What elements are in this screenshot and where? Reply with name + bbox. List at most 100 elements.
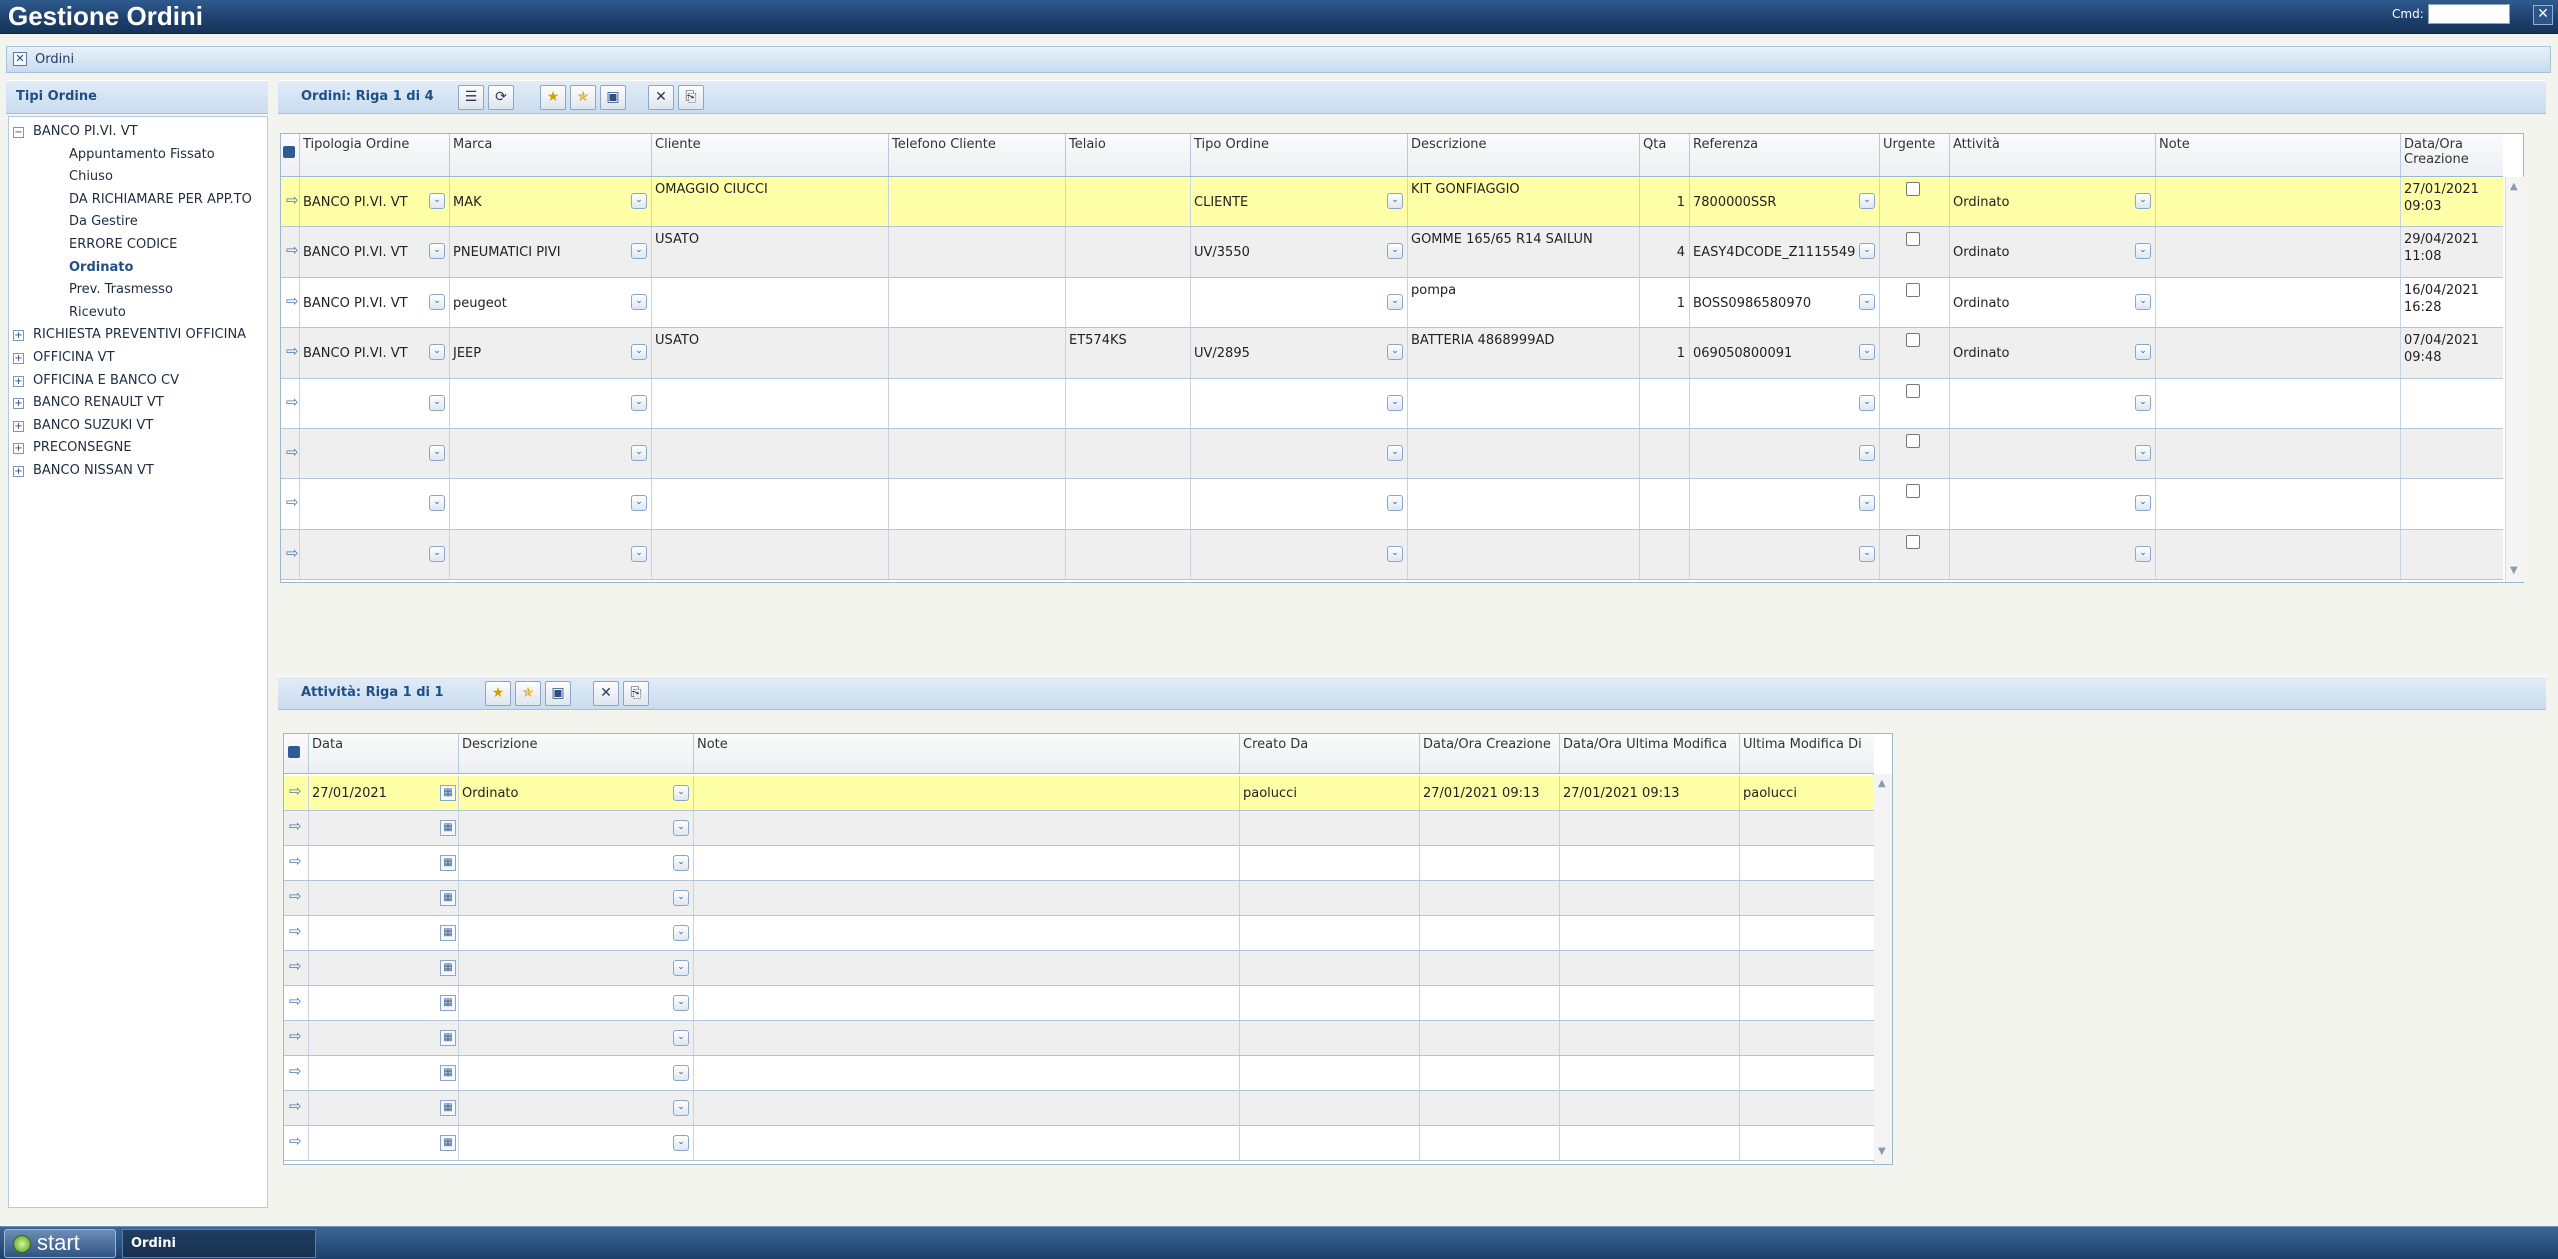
row-arrow-icon[interactable]: ⇨ (289, 782, 302, 800)
select-all-header[interactable] (281, 134, 299, 176)
calendar-icon[interactable]: ▦ (440, 855, 456, 871)
close-icon[interactable]: ✕ (2533, 5, 2553, 25)
cell-tipologia[interactable]: BANCO PI.VI. VT ⌄ (299, 328, 449, 378)
tree-item[interactable]: + BANCO RENAULT VT (13, 392, 164, 414)
cell-referenza[interactable]: EASY4DCODE_Z1115549 ⌄ (1689, 227, 1879, 277)
cell-tipo[interactable]: CLIENTE ⌄ (1190, 177, 1407, 227)
dropdown-icon[interactable]: ⌄ (2135, 344, 2151, 361)
urgente-checkbox[interactable] (1906, 534, 1920, 549)
cell-descrizione[interactable]: ⌄ (458, 1126, 693, 1160)
tree-expander-icon[interactable]: + (13, 330, 24, 342)
dropdown-icon[interactable]: ⌄ (673, 1135, 689, 1151)
cell-tipologia[interactable]: ⌄ (299, 479, 449, 529)
dropdown-icon[interactable]: ⌄ (631, 193, 647, 209)
dropdown-icon[interactable]: ⌄ (2135, 394, 2151, 411)
activity-row-empty[interactable]: ⇨ ▦ ⌄ (284, 811, 1874, 846)
dropdown-icon[interactable]: ⌄ (631, 344, 647, 361)
cell-data[interactable]: ▦ (308, 986, 458, 1020)
cell-referenza[interactable]: ⌄ (1689, 378, 1879, 428)
tree-item[interactable]: + OFFICINA VT (13, 347, 115, 369)
dropdown-icon[interactable]: ⌄ (429, 394, 445, 411)
save-button[interactable]: ▣ (600, 85, 626, 110)
calendar-icon[interactable]: ▦ (440, 925, 456, 941)
calendar-icon[interactable]: ▦ (440, 1065, 456, 1081)
dropdown-icon[interactable]: ⌄ (673, 890, 689, 906)
tree-expander-icon[interactable]: + (13, 353, 24, 364)
cell-descrizione[interactable]: Ordinato ⌄ (458, 776, 693, 810)
order-row-empty[interactable]: ⇨ ⌄ ⌄ ⌄ ⌄ ⌄ (281, 429, 2503, 480)
calendar-icon[interactable]: ▦ (440, 995, 456, 1011)
cell-tipo[interactable]: ⌄ (1190, 479, 1407, 529)
row-selector[interactable]: ⇨ (281, 429, 299, 478)
cell-data[interactable]: ▦ (308, 1091, 458, 1125)
activity-row-empty[interactable]: ⇨ ▦ ⌄ (284, 1021, 1874, 1056)
urgente-checkbox[interactable] (1906, 282, 1920, 297)
dropdown-icon[interactable]: ⌄ (429, 495, 445, 512)
add-favorite-button[interactable]: ✯ (570, 85, 596, 110)
dropdown-icon[interactable]: ⌄ (1859, 394, 1875, 411)
row-arrow-icon[interactable]: ⇨ (286, 342, 299, 360)
row-arrow-icon[interactable]: ⇨ (289, 852, 302, 870)
activity-row-empty[interactable]: ⇨ ▦ ⌄ (284, 846, 1874, 881)
tree-expander-icon[interactable]: + (13, 466, 24, 477)
row-arrow-icon[interactable]: ⇨ (289, 1132, 302, 1150)
dropdown-icon[interactable]: ⌄ (631, 293, 647, 310)
dropdown-icon[interactable]: ⌄ (429, 344, 445, 361)
order-row-empty[interactable]: ⇨ ⌄ ⌄ ⌄ ⌄ ⌄ (281, 479, 2503, 530)
cell-descrizione[interactable]: ⌄ (458, 811, 693, 845)
dropdown-icon[interactable]: ⌄ (673, 960, 689, 976)
tab-close-icon[interactable]: ✕ (13, 52, 27, 66)
row-selector[interactable]: ⇨ (281, 177, 299, 226)
row-arrow-icon[interactable]: ⇨ (289, 992, 302, 1010)
tree-item[interactable]: Prev. Trasmesso (69, 279, 173, 301)
tree-item[interactable]: DA RICHIAMARE PER APP.TO (69, 189, 252, 211)
cell-tipo[interactable]: UV/2895 ⌄ (1190, 328, 1407, 378)
row-selector[interactable]: ⇨ (281, 530, 299, 579)
dropdown-icon[interactable]: ⌄ (1859, 193, 1875, 209)
dropdown-icon[interactable]: ⌄ (2135, 545, 2151, 562)
tree-item[interactable]: Chiuso (69, 166, 113, 188)
dropdown-icon[interactable]: ⌄ (631, 243, 647, 260)
urgente-checkbox[interactable] (1906, 333, 1920, 348)
calendar-icon[interactable]: ▦ (440, 1100, 456, 1116)
dropdown-icon[interactable]: ⌄ (2135, 293, 2151, 310)
row-arrow-icon[interactable]: ⇨ (289, 817, 302, 835)
row-arrow-icon[interactable]: ⇨ (289, 922, 302, 940)
order-row-empty[interactable]: ⇨ ⌄ ⌄ ⌄ ⌄ ⌄ (281, 378, 2503, 429)
cell-data[interactable]: ▦ (308, 916, 458, 950)
dropdown-icon[interactable]: ⌄ (429, 545, 445, 562)
cell-data[interactable]: 27/01/2021 ▦ (308, 776, 458, 810)
order-row-empty[interactable]: ⇨ ⌄ ⌄ ⌄ ⌄ ⌄ (281, 529, 2503, 581)
calendar-icon[interactable]: ▦ (440, 890, 456, 906)
cell-referenza[interactable]: ⌄ (1689, 429, 1879, 479)
row-selector[interactable]: ⇨ (281, 379, 299, 428)
cell-descrizione[interactable]: ⌄ (458, 1021, 693, 1055)
row-selector[interactable]: ⇨ (284, 1021, 308, 1055)
dropdown-icon[interactable]: ⌄ (631, 545, 647, 562)
taskbar-item-ordini[interactable]: Ordini (122, 1229, 316, 1258)
cell-descrizione[interactable]: ⌄ (458, 1056, 693, 1090)
row-selector[interactable]: ⇨ (284, 1056, 308, 1090)
dropdown-icon[interactable]: ⌄ (673, 925, 689, 941)
scroll-up-icon[interactable]: ▲ (2510, 181, 2518, 192)
select-all-checkbox[interactable] (288, 746, 300, 758)
row-arrow-icon[interactable]: ⇨ (289, 1097, 302, 1115)
cell-referenza[interactable]: 069050800091 ⌄ (1689, 328, 1879, 378)
row-arrow-icon[interactable]: ⇨ (286, 241, 299, 259)
activity-favorite-button[interactable]: ★ (485, 681, 511, 706)
cell-data[interactable]: ▦ (308, 1056, 458, 1090)
row-arrow-icon[interactable]: ⇨ (286, 292, 299, 310)
calendar-icon[interactable]: ▦ (440, 785, 456, 801)
cell-referenza[interactable]: ⌄ (1689, 529, 1879, 580)
urgente-checkbox[interactable] (1906, 182, 1920, 196)
row-arrow-icon[interactable]: ⇨ (289, 1062, 302, 1080)
dropdown-icon[interactable]: ⌄ (1387, 293, 1403, 310)
cell-descrizione[interactable]: ⌄ (458, 986, 693, 1020)
row-selector[interactable]: ⇨ (284, 846, 308, 880)
cell-tipo[interactable]: ⌄ (1190, 429, 1407, 479)
cell-tipo[interactable]: ⌄ (1190, 378, 1407, 428)
dropdown-icon[interactable]: ⌄ (673, 785, 689, 801)
dropdown-icon[interactable]: ⌄ (2135, 445, 2151, 461)
dropdown-icon[interactable]: ⌄ (429, 193, 445, 209)
tree-item[interactable]: Ricevuto (69, 302, 126, 324)
